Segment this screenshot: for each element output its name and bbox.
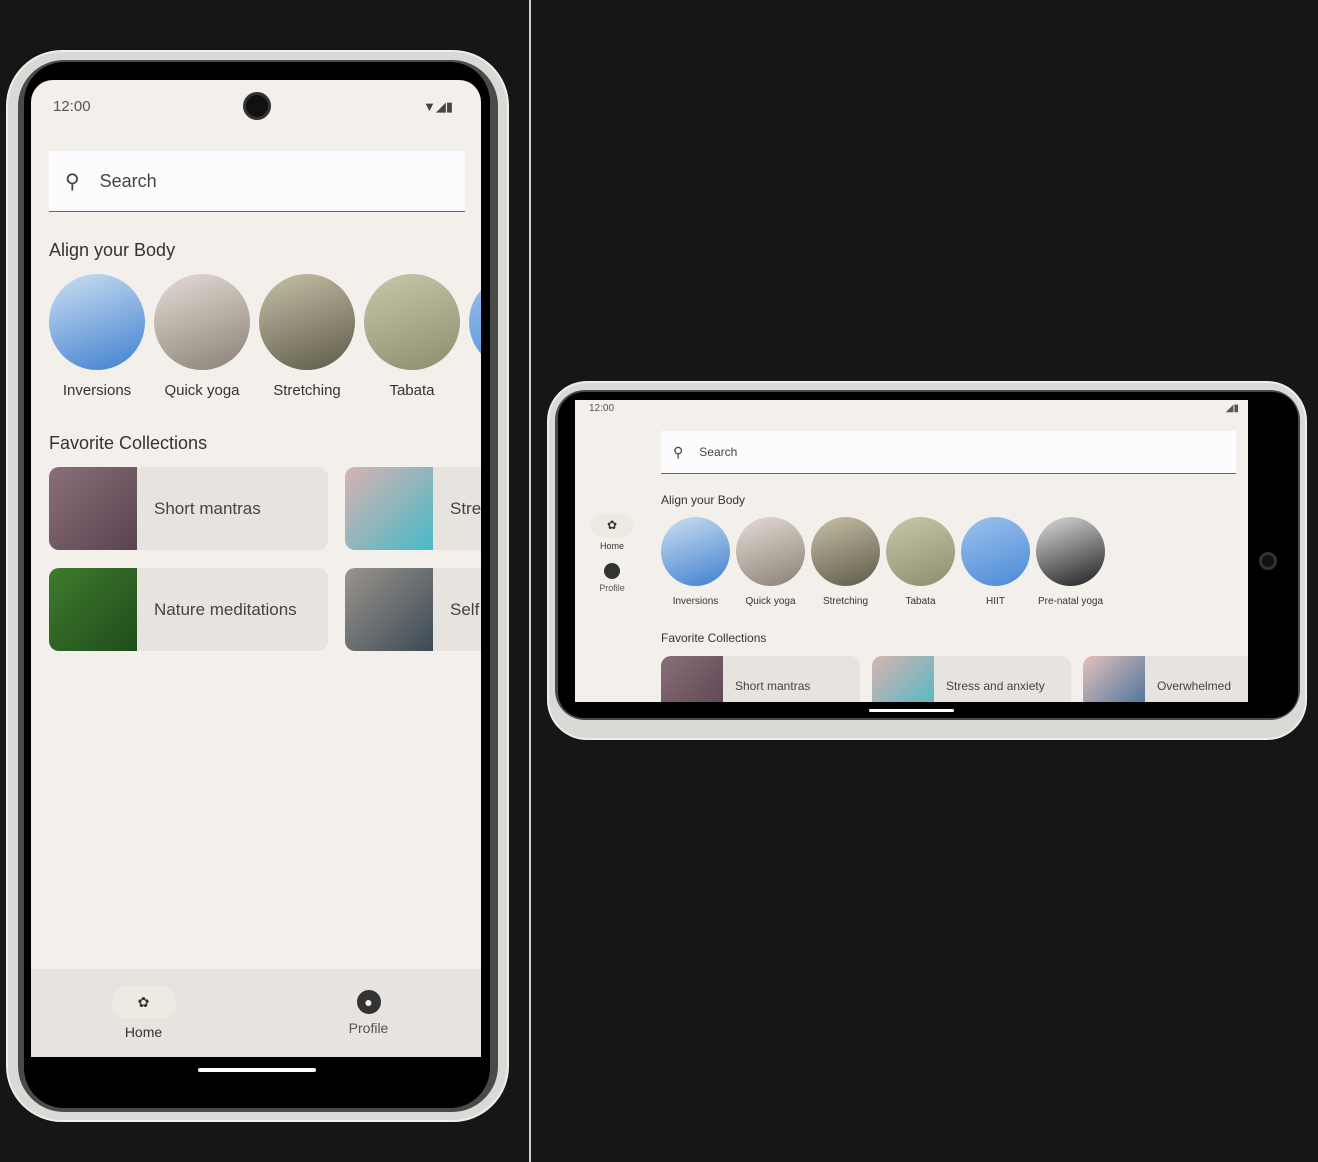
search-icon: ⚲ [673, 443, 684, 460]
collection-label: Stress and anxiety [450, 498, 481, 518]
collection-card[interactable]: Stress and anxiety [872, 656, 1071, 702]
align-item-label: Tabata [389, 382, 435, 399]
search-input[interactable]: ⚲ Search [661, 431, 1236, 474]
align-item-label: Quick yoga [745, 596, 796, 607]
status-time: 12:00 [589, 403, 615, 414]
nav-profile[interactable]: Profile [599, 563, 625, 593]
collection-image [345, 568, 433, 651]
status-icons: ◢▮ [1225, 403, 1239, 414]
align-item[interactable]: Tabata [364, 274, 460, 399]
collection-image [872, 656, 934, 702]
collection-image [49, 568, 137, 651]
search-placeholder: Search [99, 170, 157, 191]
align-item-image [811, 517, 880, 586]
nav-profile-label: Profile [599, 583, 625, 593]
align-item-label: Quick yoga [164, 382, 240, 399]
collection-label: Self [450, 599, 480, 619]
align-item[interactable]: Quick yoga [736, 517, 805, 607]
align-item-image [259, 274, 355, 370]
section-title-align: Align your Body [661, 493, 746, 507]
status-time: 12:00 [53, 98, 91, 115]
align-item-label: Inversions [62, 382, 132, 399]
section-title-align: Align your Body [49, 240, 176, 260]
align-item[interactable]: HIIT [469, 274, 481, 399]
profile-icon [603, 563, 620, 579]
status-icons: ▼◢▮ [422, 98, 453, 114]
align-list: Inversions Quick yoga Stretching Tabata HIIT [49, 274, 481, 399]
collection-label: Nature meditations [154, 599, 297, 619]
search-placeholder: Search [699, 445, 738, 459]
nav-rail: ✿ Home Profile [590, 513, 634, 593]
align-item[interactable]: Stretching [811, 517, 880, 607]
collection-card[interactable]: Self [345, 568, 481, 651]
collection-image [345, 467, 433, 550]
align-list: Inversions Quick yoga Stretching Tabata HIIT… [661, 517, 1105, 607]
align-item[interactable]: HIIT [961, 517, 1030, 607]
collection-card[interactable]: Nature meditations [49, 568, 328, 651]
align-item-image [886, 517, 955, 586]
section-title-favorites: Favorite Collections [661, 631, 767, 645]
nav-home[interactable]: ✿ Home [590, 513, 634, 551]
collection-image [661, 656, 723, 702]
align-item-image [49, 274, 145, 370]
collection-card[interactable]: Short mantras [49, 467, 328, 550]
align-item-label: Inversions [672, 596, 719, 607]
divider [529, 0, 531, 1162]
collection-card[interactable]: Stress and anxiety [345, 467, 481, 550]
search-input[interactable]: ⚲ Search [49, 151, 465, 212]
collection-image [1083, 656, 1145, 702]
align-item-label: Stretching [822, 596, 869, 607]
align-item-label: HIIT [986, 596, 1005, 607]
align-item[interactable]: Quick yoga [154, 274, 250, 399]
collection-image [49, 467, 137, 550]
align-item[interactable]: Tabata [886, 517, 955, 607]
nav-profile-label: Profile [348, 1020, 389, 1036]
align-item-image [154, 274, 250, 370]
landscape-screen: 12:00 ◢▮ ✿ Home Profile ⚲ Search Align y… [575, 400, 1248, 702]
align-item[interactable]: Stretching [259, 274, 355, 399]
align-item[interactable]: Inversions [661, 517, 730, 607]
align-item-image [364, 274, 460, 370]
collection-card[interactable]: Short mantras [661, 656, 860, 702]
home-icon: ✿ [111, 986, 176, 1018]
nav-home-label: Home [124, 1024, 163, 1040]
status-bar: 12:00 ◢▮ [589, 403, 1239, 414]
home-icon: ✿ [590, 513, 634, 537]
align-item-image [661, 517, 730, 586]
profile-icon: ● [356, 990, 381, 1014]
align-item-image [469, 274, 481, 370]
bottom-nav: ✿ Home ● Profile [31, 969, 481, 1057]
align-item-label: Pre-natal yoga [1037, 596, 1104, 607]
align-item-label: Tabata [905, 596, 936, 607]
align-item[interactable]: Inversions [49, 274, 145, 399]
align-item-image [1036, 517, 1105, 586]
nav-home[interactable]: ✿ Home [31, 969, 256, 1057]
collection-card[interactable]: Overwhelmed [1083, 656, 1248, 702]
collection-label: Stress and anxiety [946, 679, 1045, 693]
section-title-favorites: Favorite Collections [49, 433, 208, 453]
camera-icon [243, 92, 271, 120]
portrait-screen: 12:00 ▼◢▮ ⚲ Search Align your Body Inver… [31, 80, 481, 1057]
gesture-bar[interactable] [869, 709, 954, 712]
nav-profile[interactable]: ● Profile [256, 969, 481, 1057]
nav-home-label: Home [599, 541, 624, 551]
align-item-image [736, 517, 805, 586]
gesture-bar[interactable] [198, 1068, 316, 1072]
align-item-image [961, 517, 1030, 586]
collection-label: Overwhelmed [1157, 679, 1232, 693]
align-item-label: Stretching [273, 382, 341, 399]
collection-label: Short mantras [735, 679, 811, 693]
camera-icon [1259, 552, 1277, 570]
search-icon: ⚲ [65, 170, 80, 193]
collection-label: Short mantras [154, 498, 261, 518]
align-item[interactable]: Pre-natal yoga [1036, 517, 1105, 607]
